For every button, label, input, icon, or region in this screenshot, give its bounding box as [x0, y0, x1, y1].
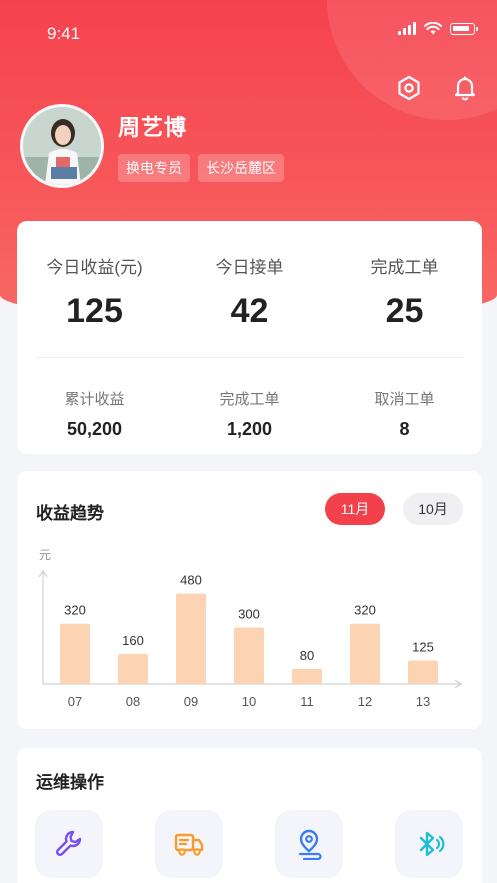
income-bar-chart: 元 320 07 160 08 480 09 300 10 80 11 320 12 125 13: [38, 548, 463, 709]
x-tick-label: 11: [300, 694, 314, 709]
op-bluetooth-button[interactable]: [395, 810, 463, 878]
truck-icon: [174, 833, 204, 856]
stat-label: 今日接单: [215, 258, 284, 277]
total-completed-stat[interactable]: 完成工单 1,200: [172, 388, 327, 440]
stat-label: 取消工单: [374, 391, 435, 408]
chart-bar: [234, 627, 264, 684]
role-tag: 换电专员: [118, 154, 190, 182]
chart-bar: [60, 623, 90, 684]
x-tick-label: 10: [242, 694, 256, 709]
bluetooth-icon: [419, 831, 445, 857]
chart-bar: [292, 668, 322, 684]
area-tag: 长沙岳麓区: [198, 154, 284, 182]
stat-value: 125: [66, 292, 123, 330]
x-tick-label: 09: [184, 694, 198, 709]
chart-bar: [350, 623, 380, 684]
chart-bar: [408, 660, 438, 684]
today-orders-stat[interactable]: 今日接单 42: [172, 253, 327, 331]
op-delivery-button[interactable]: [155, 810, 223, 878]
y-axis-label: 元: [39, 548, 51, 562]
month-tab-current[interactable]: 11月: [325, 493, 385, 525]
bar-value-label: 320: [354, 603, 376, 618]
status-bar: 9:41: [0, 0, 497, 64]
bar-value-label: 80: [300, 648, 314, 663]
stat-value: 50,200: [66, 419, 123, 439]
trend-title: 收益趋势: [36, 504, 104, 523]
x-tick-label: 08: [126, 694, 140, 709]
income-trend-card: 收益趋势 11月 10月 元 320 07 160 08 480 09 300 10 80 11 32…: [17, 471, 482, 729]
chart-bar: [176, 593, 206, 684]
ops-card: 运维操作: [17, 748, 482, 883]
op-maintenance-button[interactable]: [35, 810, 103, 878]
profile-section: 周艺博 换电专员 长沙岳麓区: [20, 104, 284, 188]
x-tick-label: 12: [358, 694, 372, 709]
stat-value: 42: [230, 292, 269, 330]
battery-icon: [450, 22, 478, 35]
bar-value-label: 480: [180, 573, 202, 588]
chart-bar: [118, 653, 148, 684]
stat-label: 完成工单: [219, 391, 280, 408]
wifi-icon: [424, 22, 442, 35]
stat-label: 今日收益(元): [46, 258, 143, 277]
month-tab-previous[interactable]: 10月: [403, 493, 463, 525]
stat-label: 累计收益: [64, 391, 125, 408]
total-cancelled-stat[interactable]: 取消工单 8: [327, 388, 482, 440]
settings-button[interactable]: [395, 74, 423, 102]
stat-value: 1,200: [226, 419, 273, 439]
status-time: 9:41: [47, 24, 81, 43]
total-income-stat[interactable]: 累计收益 50,200: [17, 388, 172, 440]
bar-value-label: 125: [412, 639, 434, 654]
today-income-stat[interactable]: 今日收益(元) 125: [17, 253, 172, 331]
wrench-icon: [55, 830, 82, 857]
ops-title: 运维操作: [36, 773, 104, 792]
avatar-photo: [23, 107, 101, 185]
today-completed-stat[interactable]: 完成工单 25: [327, 253, 482, 331]
bell-icon: [454, 76, 476, 101]
bar-value-label: 320: [64, 603, 86, 618]
stats-card: 今日收益(元) 125 今日接单 42 完成工单 25 累计收益 50,200 …: [17, 221, 482, 454]
x-tick-label: 13: [416, 694, 430, 709]
user-name: 周艺博: [118, 115, 188, 140]
cellular-signal-icon: [398, 22, 416, 35]
bar-value-label: 160: [122, 633, 144, 648]
stat-value: 8: [399, 419, 410, 439]
stat-label: 完成工单: [370, 258, 439, 277]
x-tick-label: 07: [68, 694, 82, 709]
stat-value: 25: [385, 292, 424, 330]
avatar[interactable]: [20, 104, 104, 188]
op-location-button[interactable]: [275, 810, 343, 878]
settings-icon: [398, 75, 420, 101]
location-route-icon: [298, 829, 322, 860]
bar-value-label: 300: [238, 607, 260, 622]
notification-button[interactable]: [451, 74, 479, 102]
